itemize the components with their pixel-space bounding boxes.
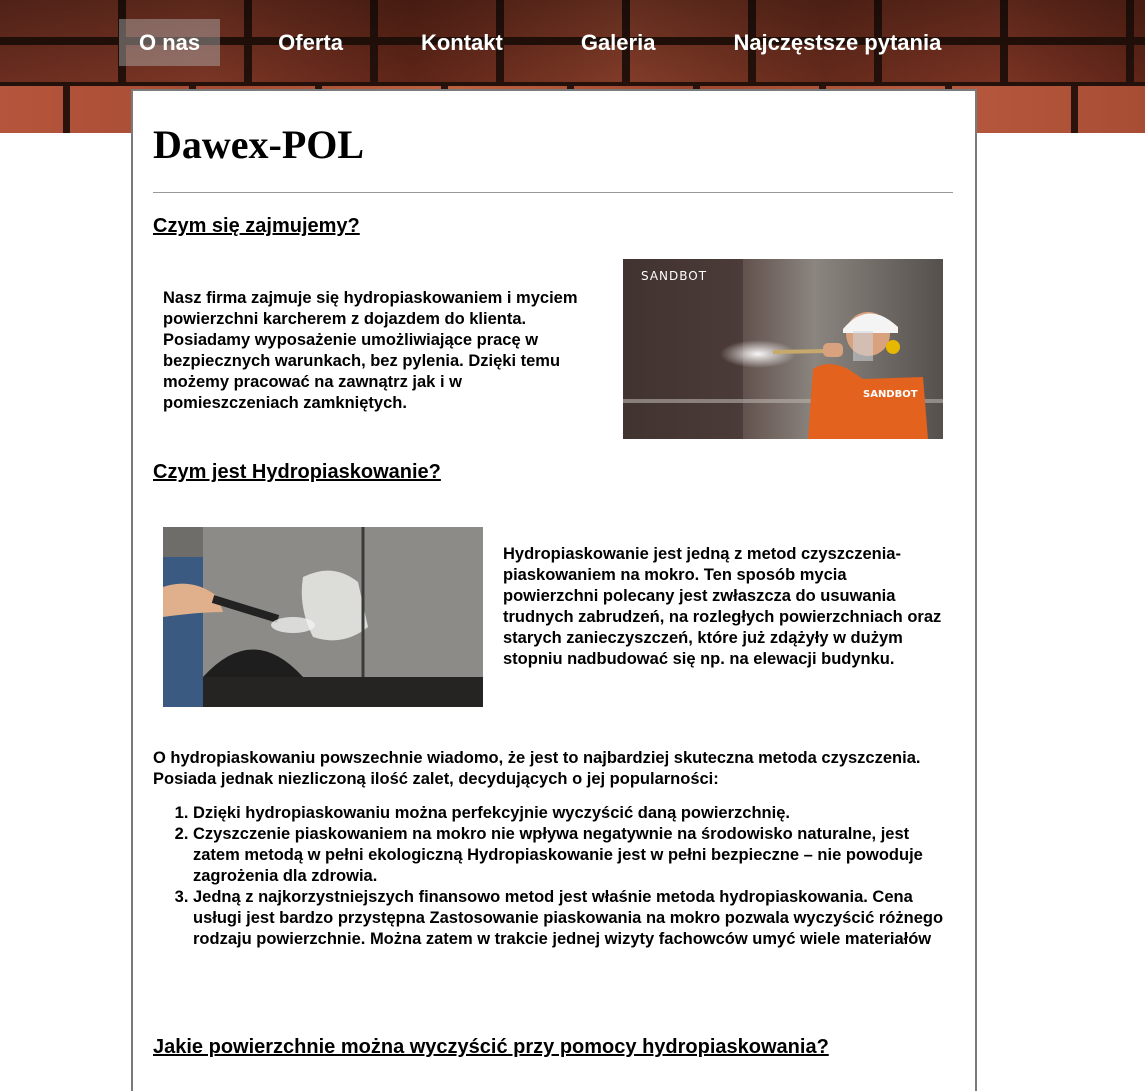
section-heading-czym-jest-hydropiaskowanie: Czym jest Hydropiaskowanie? (153, 461, 441, 483)
section-heading-jakie-powierzchnie: Jakie powierzchnie można wyczyścić przy … (153, 1036, 829, 1058)
advantages-list: Dzięki hydropiaskowaniu można perfekcyjn… (153, 803, 953, 950)
nav-item-galeria[interactable]: Galeria (561, 19, 676, 66)
page-title: Dawex-POL (153, 122, 365, 167)
title-divider (153, 192, 953, 193)
sandblasting-worker-image: SANDBOT SANDBOT (623, 259, 943, 439)
nav-item-oferta[interactable]: Oferta (258, 19, 363, 66)
image-brand-label: SANDBOT (641, 269, 708, 283)
list-item: Czyszczenie piaskowaniem na mokro nie wp… (193, 824, 953, 887)
section2-text: Hydropiaskowanie jest jedną z metod czys… (503, 545, 942, 668)
list-item: Jedną z najkorzystniejszych finansowo me… (193, 887, 953, 950)
image-suit-label: SANDBOT (863, 389, 918, 400)
section3-intro: O hydropiaskowaniu powszechnie wiadomo, … (153, 749, 921, 788)
nav-item-kontakt[interactable]: Kontakt (401, 19, 523, 66)
main-navigation: O nas Oferta Kontakt Galeria Najczęstsze… (119, 19, 999, 66)
nav-item-o-nas[interactable]: O nas (119, 19, 221, 66)
car-sandblasting-image (163, 527, 483, 707)
section1-text: Nasz firma zajmuje się hydropiaskowaniem… (163, 289, 578, 412)
nav-item-najczestsze-pytania[interactable]: Najczęstsze pytania (713, 19, 961, 66)
content-panel: Dawex-POL Czym się zajmujemy? Nasz firma… (131, 89, 977, 1091)
list-item: Dzięki hydropiaskowaniu można perfekcyjn… (193, 803, 953, 824)
section-heading-czym-sie-zajmujemy: Czym się zajmujemy? (153, 215, 360, 237)
